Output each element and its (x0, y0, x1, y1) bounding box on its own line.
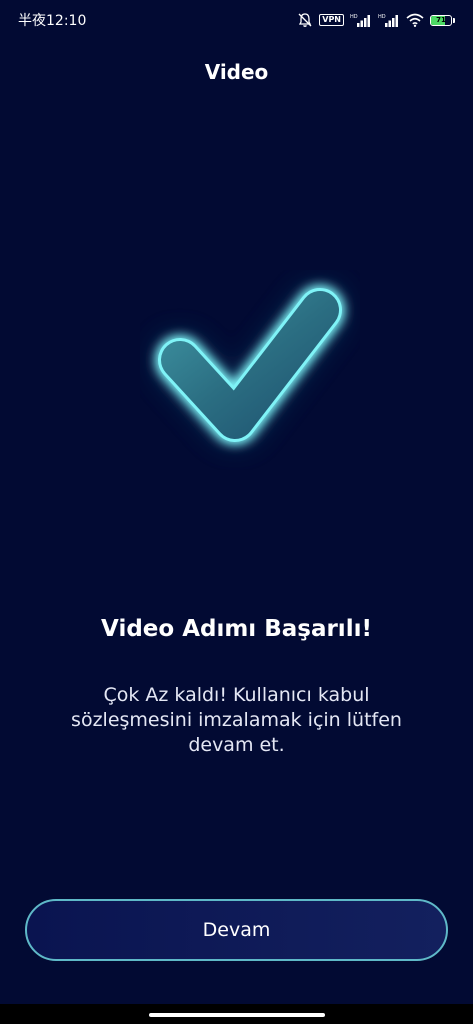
success-message: Çok Az kaldı! Kullanıcı kabul sözleşmesi… (71, 684, 402, 756)
battery-icon: 71 (430, 14, 455, 26)
success-headline: Video Adımı Başarılı! (101, 616, 372, 642)
svg-text:HD: HD (350, 14, 358, 20)
bell-muted-icon (297, 12, 313, 28)
navigation-bar (0, 1004, 473, 1024)
home-indicator-bar[interactable] (149, 1013, 325, 1017)
checkmark-icon (140, 270, 360, 470)
wifi-icon (406, 13, 424, 27)
status-time: 半夜12:10 (18, 13, 87, 29)
status-bar: 半夜12:10 VPN HD HD 71 (0, 0, 473, 40)
vpn-icon: VPN (319, 14, 344, 26)
continue-button-label: Devam (202, 919, 271, 941)
signal-hd-icon: HD (378, 13, 400, 27)
continue-button[interactable]: Devam (25, 899, 448, 961)
battery-label: 71 (436, 15, 446, 24)
page-title: Video (204, 60, 269, 84)
battery-body: 71 (430, 14, 452, 26)
status-icons: VPN HD HD 71 (297, 12, 455, 28)
signal-hd-icon: HD (350, 13, 372, 27)
battery-cap (453, 17, 455, 23)
svg-text:HD: HD (378, 14, 386, 20)
